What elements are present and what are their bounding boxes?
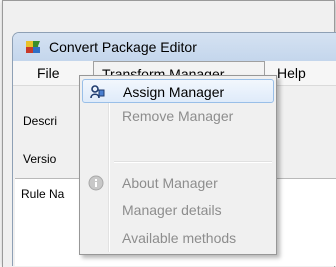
version-label: Versio [23,152,57,166]
window-title: Convert Package Editor [49,39,197,55]
menu-item-label: About Manager [122,175,218,191]
title-bar[interactable]: Convert Package Editor [13,33,336,61]
menu-separator [114,161,272,163]
menu-item-assign-manager[interactable]: Assign Manager [82,79,274,103]
description-label: Descri [23,114,58,128]
menu-item-remove-manager[interactable]: Remove Manager [82,104,274,128]
menu-item-manager-details[interactable]: Manager details [82,198,274,222]
menu-help[interactable]: Help [277,65,306,81]
menu-item-label: Remove Manager [122,108,234,124]
menu-item-label: Available methods [122,230,237,246]
menu-item-about-manager[interactable]: About Manager [82,171,274,195]
menu-file[interactable]: File [37,65,60,81]
menu-item-label: Manager details [122,202,222,218]
transform-manager-dropdown: Assign Manager Remove Manager About Mana… [79,75,277,255]
menu-item-label: Assign Manager [123,84,225,100]
app-package-icon [25,40,41,54]
rule-name-column-header[interactable]: Rule Na [21,187,64,201]
menu-item-available-methods[interactable]: Available methods [82,226,274,250]
assign-manager-icon [89,84,105,100]
info-icon [88,175,104,191]
